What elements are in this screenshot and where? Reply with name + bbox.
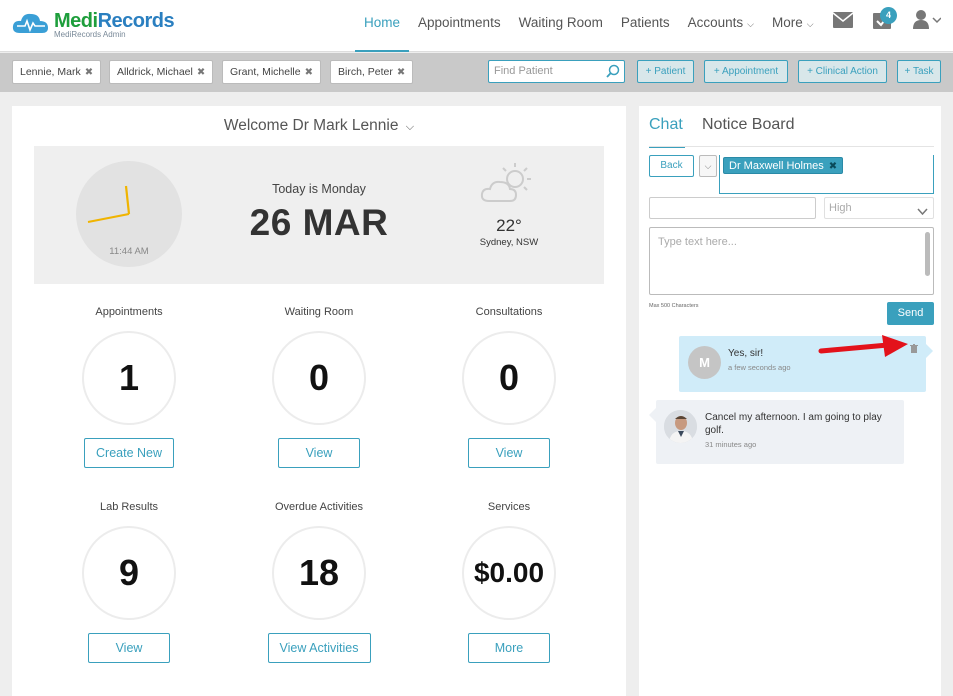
app-window: MediRecords MediRecords Admin Home Appoi… xyxy=(0,0,953,696)
stat-value: 18 xyxy=(272,526,366,620)
add-patient-button[interactable]: + Patient xyxy=(637,60,694,83)
view-consultations-button[interactable]: View xyxy=(468,438,550,468)
close-icon[interactable]: ✖ xyxy=(397,67,405,78)
create-new-appointment-button[interactable]: Create New xyxy=(84,438,174,468)
find-patient-input[interactable]: Find Patient xyxy=(488,60,625,83)
stat-waiting-room: Waiting Room 0 View xyxy=(234,305,404,468)
message-time: a few seconds ago xyxy=(728,363,791,372)
trash-icon[interactable] xyxy=(910,340,918,358)
current-date: 26 MAR xyxy=(249,202,389,243)
search-icon[interactable] xyxy=(606,64,620,81)
stat-services: Services $0.00 More xyxy=(424,500,594,663)
temperature: 22° xyxy=(496,216,522,235)
top-navbar: MediRecords MediRecords Admin Home Appoi… xyxy=(0,0,953,52)
message-text: Cancel my afternoon. I am going to play … xyxy=(705,412,882,436)
user-icon[interactable] xyxy=(913,10,942,35)
tab-notice-board[interactable]: Notice Board xyxy=(702,116,795,144)
stat-value: 1 xyxy=(82,331,176,425)
weather-location: Sydney, NSW xyxy=(479,237,539,248)
date-weather-banner: 11:44 AM Today is Monday 26 MAR 22° Sydn… xyxy=(34,146,604,284)
send-button[interactable]: Send xyxy=(887,302,934,325)
message-time: 31 minutes ago xyxy=(705,440,757,449)
close-icon[interactable]: ✖ xyxy=(197,67,205,78)
more-services-button[interactable]: More xyxy=(468,633,550,663)
view-lab-results-button[interactable]: View xyxy=(88,633,170,663)
chevron-down-icon: ⌵ xyxy=(405,121,415,133)
stat-consultations: Consultations 0 View xyxy=(424,305,594,468)
cloud-logo-icon xyxy=(12,13,48,33)
patient-tab[interactable]: Birch, Peter ✖ xyxy=(330,60,414,84)
message-textarea[interactable]: Type text here... xyxy=(649,227,934,295)
patient-tab[interactable]: Lennie, Mark ✖ xyxy=(12,60,102,84)
user-photo-icon xyxy=(664,410,697,443)
chevron-down-icon: ⌵ xyxy=(806,19,814,29)
stat-value: 9 xyxy=(82,526,176,620)
stat-appointments: Appointments 1 Create New xyxy=(44,305,214,468)
nav-more[interactable]: More ⌵ xyxy=(763,0,823,52)
close-icon[interactable]: ✖ xyxy=(305,67,313,78)
analog-clock: 11:44 AM xyxy=(76,161,182,267)
tab-chat[interactable]: Chat xyxy=(649,116,685,148)
stat-lab-results: Lab Results 9 View xyxy=(44,500,214,663)
message-text: Yes, sir! xyxy=(728,348,764,359)
stat-overdue-activities: Overdue Activities 18 View Activities xyxy=(234,500,404,663)
max-characters-note: Max 500 Characters xyxy=(649,303,699,309)
chevron-down-icon xyxy=(917,203,928,223)
nav-waiting-room[interactable]: Waiting Room xyxy=(510,0,612,52)
chevron-down-icon: ⌵ xyxy=(704,161,712,171)
close-icon[interactable]: ✖ xyxy=(829,161,837,172)
partly-cloudy-icon xyxy=(469,161,549,212)
patient-tab[interactable]: Grant, Michelle ✖ xyxy=(222,60,321,84)
chevron-down-icon: ⌵ xyxy=(747,19,754,29)
nav-accounts[interactable]: Accounts ⌵ xyxy=(679,0,763,52)
avatar xyxy=(664,410,697,443)
priority-select[interactable]: High xyxy=(824,197,934,219)
nav-home[interactable]: Home xyxy=(355,0,410,52)
dashboard-panel: Welcome Dr Mark Lennie ⌵ 11:44 AM Today … xyxy=(12,106,626,696)
avatar: M xyxy=(688,346,721,379)
clock-time: 11:44 AM xyxy=(109,246,149,257)
tab-divider xyxy=(649,146,934,147)
subject-input[interactable] xyxy=(649,197,816,219)
stat-value: 0 xyxy=(462,331,556,425)
patient-tab[interactable]: Alldrick, Michael ✖ xyxy=(109,60,214,84)
recipients-field[interactable]: Dr Maxwell Holmes ✖ xyxy=(719,155,934,194)
view-waiting-room-button[interactable]: View xyxy=(278,438,360,468)
recipient-tag: Dr Maxwell Holmes ✖ xyxy=(723,157,844,174)
recipient-dropdown-toggle[interactable]: ⌵ xyxy=(699,155,717,177)
add-task-button[interactable]: + Task xyxy=(897,60,941,83)
stat-value: 0 xyxy=(272,331,366,425)
add-clinical-action-button[interactable]: + Clinical Action xyxy=(798,60,887,83)
main-nav: Home Appointments Waiting Room Patients … xyxy=(355,0,823,52)
app-logo[interactable]: MediRecords MediRecords Admin xyxy=(12,8,175,40)
textarea-scrollbar[interactable] xyxy=(925,232,930,276)
red-annotation-arrow-icon xyxy=(818,335,908,357)
mail-icon[interactable] xyxy=(832,12,854,33)
today-label: Today is Monday xyxy=(272,182,366,196)
stat-value: $0.00 xyxy=(462,526,556,620)
nav-appointments[interactable]: Appointments xyxy=(409,0,510,52)
brand-subtitle: MediRecords Admin xyxy=(54,30,126,39)
back-button[interactable]: Back xyxy=(649,155,694,177)
add-appointment-button[interactable]: + Appointment xyxy=(704,60,788,83)
chat-message-incoming: Cancel my afternoon. I am going to play … xyxy=(649,400,904,464)
view-activities-button[interactable]: View Activities xyxy=(267,633,371,663)
chat-panel: Chat Notice Board Back ⌵ Dr Maxwell Holm… xyxy=(639,106,941,696)
close-icon[interactable]: ✖ xyxy=(85,67,93,78)
welcome-dropdown[interactable]: Welcome Dr Mark Lennie ⌵ xyxy=(12,117,626,135)
tasks-count-badge: 4 xyxy=(880,7,897,24)
nav-patients[interactable]: Patients xyxy=(612,0,679,52)
